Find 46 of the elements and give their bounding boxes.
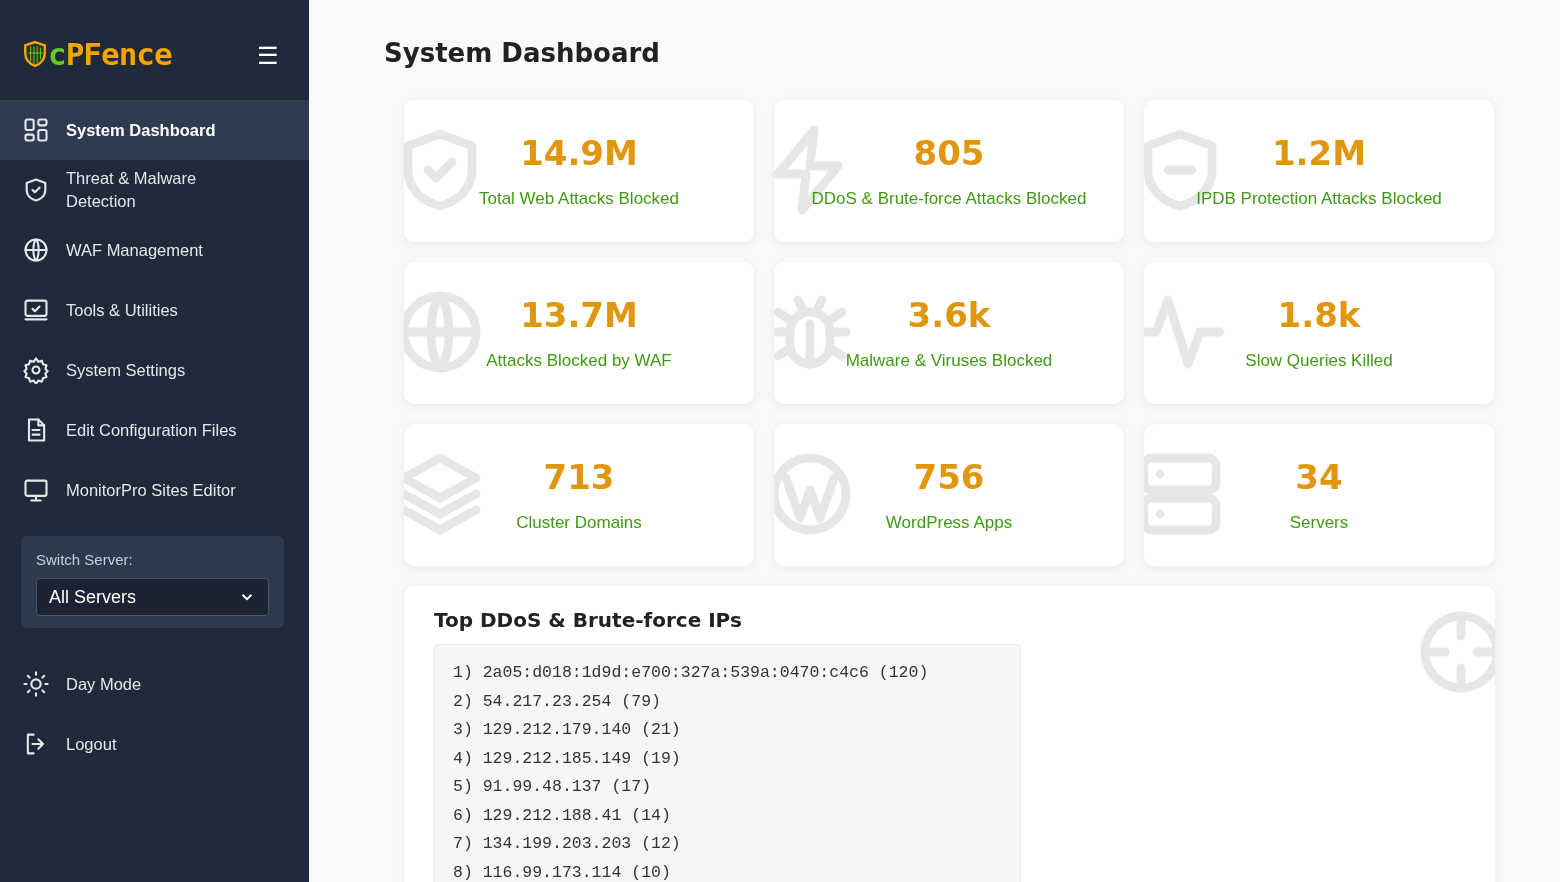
page-title: System Dashboard xyxy=(384,38,661,68)
stat-label: Malware & Viruses Blocked xyxy=(845,351,1053,371)
ip-line: 8) 116.99.173.114 (10) xyxy=(453,861,672,882)
nav-item[interactable]: System Settings xyxy=(0,340,309,400)
stat-value: 756 xyxy=(913,457,985,497)
switch-server-label: Switch Server: xyxy=(36,551,134,568)
stat-value: 34 xyxy=(1295,457,1343,497)
nav-item[interactable]: Edit Configuration Files xyxy=(0,400,309,460)
card-title: Top DDoS & Brute-force IPs xyxy=(434,608,743,632)
nav-item[interactable]: Logout xyxy=(0,714,309,774)
shield-logo-icon xyxy=(22,39,48,69)
ip-line: 4) 129.212.185.149 (19) xyxy=(453,747,682,770)
settings-icon xyxy=(22,356,50,384)
nav-item[interactable]: Tools & Utilities xyxy=(0,280,309,340)
stat-label: WordPress Apps xyxy=(885,513,1013,533)
stat-value: 1.2M xyxy=(1271,133,1367,173)
ip-line: 1) 2a05:d018:1d9d:e700:327a:539a:0470:c4c6 (120) xyxy=(453,662,930,684)
stat-label: DDoS & Brute-force Attacks Blocked xyxy=(811,189,1087,209)
stat-label: Cluster Domains xyxy=(516,513,642,533)
ip-line: 5) 91.99.48.137 (17) xyxy=(453,776,653,798)
nav-item[interactable]: Threat & Malware Detection xyxy=(0,160,309,220)
ip-line: 6) 129.212.188.41 (14) xyxy=(453,804,672,827)
logo-text: cPFence xyxy=(48,36,172,72)
stat-value: 805 xyxy=(913,133,985,173)
stat-value: 3.6k xyxy=(907,295,991,335)
nav-item[interactable]: Day Mode xyxy=(0,654,309,714)
stat-label: Slow Queries Killed xyxy=(1245,351,1393,371)
globe-icon xyxy=(22,236,50,264)
stat-label: Attacks Blocked by WAF xyxy=(486,351,672,371)
ip-line: 7) 134.199.203.203 (12) xyxy=(453,833,682,855)
stat-value: 14.9M xyxy=(520,133,638,173)
stat-value: 713 xyxy=(543,457,615,497)
ip-line: 2) 54.217.23.254 (79) xyxy=(453,690,662,713)
server-select[interactable]: All Servers xyxy=(36,578,269,616)
sun-icon xyxy=(22,670,50,698)
stat-label: Servers xyxy=(1289,513,1349,533)
stat-value: 13.7M xyxy=(520,295,638,335)
nav-item[interactable]: MonitorPro Sites Editor xyxy=(0,460,309,520)
ip-line: 3) 129.212.179.140 (21) xyxy=(453,719,682,741)
menu-button[interactable]: ☰ xyxy=(257,42,279,70)
stat-value: 1.8k xyxy=(1277,295,1361,335)
stat-label: Total Web Attacks Blocked xyxy=(479,189,679,209)
nav-item[interactable]: WAF Management xyxy=(0,220,309,280)
nav-item[interactable]: System Dashboard xyxy=(0,100,309,160)
grid-icon xyxy=(22,116,50,144)
stat-label: IPDB Protection Attacks Blocked xyxy=(1196,189,1442,209)
